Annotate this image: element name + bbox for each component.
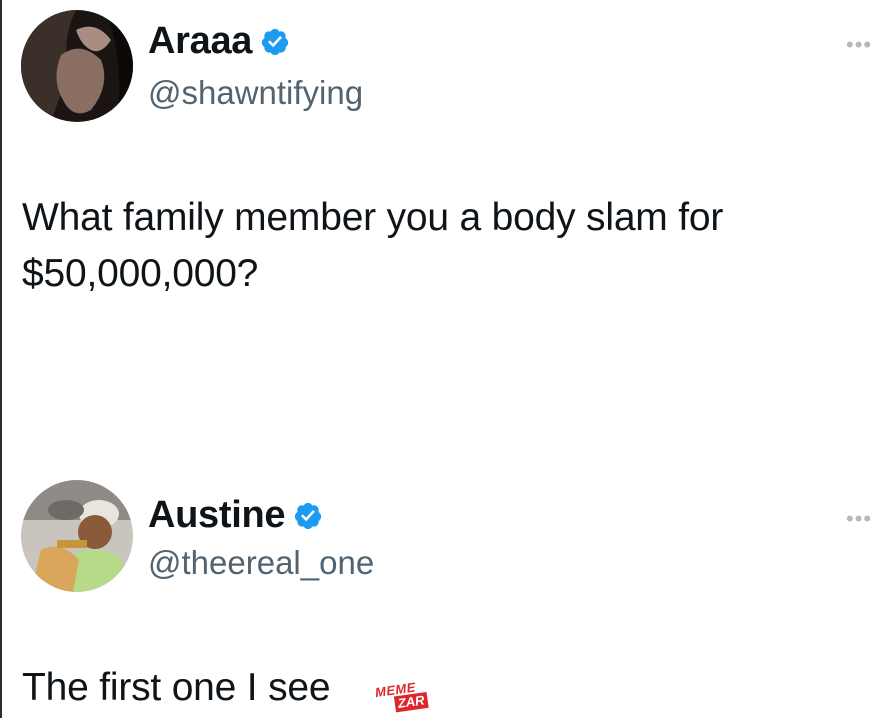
author-name-row: Araaa: [148, 20, 290, 63]
author-name-row: Austine: [148, 494, 323, 537]
tweet-1[interactable]: Araaa @shawntifying ••• What family memb…: [0, 0, 895, 420]
avatar[interactable]: [21, 10, 133, 122]
verified-badge-icon: [293, 501, 323, 531]
tweet-text-line: What family member you a body slam for: [22, 196, 724, 239]
author-handle[interactable]: @theereal_one: [148, 544, 374, 582]
avatar[interactable]: [21, 480, 133, 592]
verified-badge-icon: [260, 27, 290, 57]
author-handle[interactable]: @shawntifying: [148, 74, 363, 112]
display-name[interactable]: Austine: [148, 494, 286, 537]
avatar-image: [21, 10, 133, 122]
display-name[interactable]: Araaa: [148, 20, 252, 63]
more-horizontal-icon[interactable]: •••: [846, 34, 872, 56]
tweet-text-line: The first one I see: [22, 666, 331, 709]
watermark-bottom-text: ZAR: [393, 691, 429, 713]
tweet-2[interactable]: Austine @theereal_one ••• The first one …: [0, 470, 895, 718]
tweet-text-line: $50,000,000?: [22, 252, 259, 295]
avatar-image: [21, 480, 133, 592]
more-horizontal-icon[interactable]: •••: [846, 508, 872, 530]
tweet-text: What family member you a body slam for $…: [22, 190, 723, 302]
tweet-text: The first one I see: [22, 660, 331, 716]
